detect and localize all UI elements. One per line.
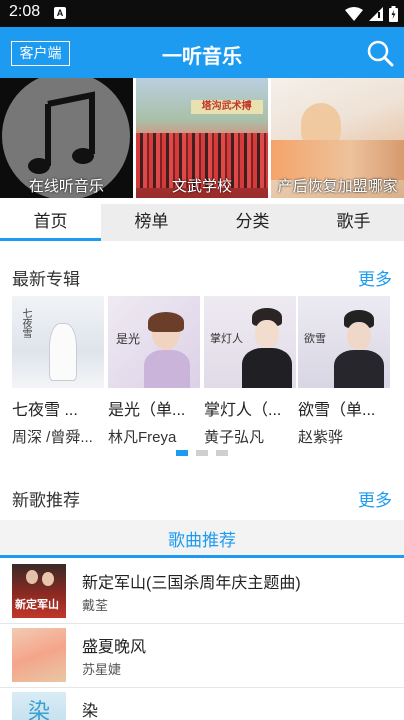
song-cover: 新定军山: [12, 564, 66, 618]
album-card[interactable]: 是光 是光（单... 林凡Freya: [108, 296, 200, 446]
status-bar: 2:08 A: [0, 0, 404, 27]
signal-icon: [369, 7, 383, 21]
status-time: 2:08: [9, 3, 41, 20]
song-row[interactable]: 染 染: [0, 688, 404, 720]
tab-home[interactable]: 首页: [0, 204, 101, 241]
latest-albums-title: 最新专辑: [12, 270, 80, 289]
tab-singers[interactable]: 歌手: [303, 204, 404, 241]
album-card[interactable]: 欲雪 欲雪（单... 赵紫骅: [298, 296, 390, 446]
cover-text: 是光: [116, 332, 141, 346]
song-row[interactable]: 新定军山 新定军山(三国杀周年庆主题曲) 戴荃: [0, 560, 404, 624]
song-artist: 苏星婕: [82, 662, 122, 677]
banner-martial-school[interactable]: 塔沟武术搏 文武学校: [135, 78, 269, 198]
status-icons: [345, 5, 398, 23]
app-bar: 客户端 一听音乐: [0, 27, 404, 78]
cover-face: [347, 322, 371, 350]
cover-figure: [50, 324, 76, 380]
album-name: 七夜雪 ...: [12, 402, 78, 419]
song-cover: [12, 628, 66, 682]
album-artist: 赵紫骅: [298, 429, 344, 446]
song-cover: 染: [12, 692, 66, 720]
tab-categories[interactable]: 分类: [202, 204, 303, 241]
song-title: 新定军山(三国杀周年庆主题曲): [82, 575, 301, 592]
new-songs-more-link[interactable]: 更多: [358, 486, 392, 511]
battery-icon: [389, 6, 398, 22]
cover-text: 七夜雪: [20, 308, 31, 338]
banner-online-music[interactable]: 在线听音乐: [0, 78, 133, 198]
banner-caption: 产后恢复加盟哪家: [277, 178, 398, 195]
album-artist: 黄子弘凡: [204, 429, 265, 446]
cover-text: 染: [28, 699, 51, 720]
cover-figure: [42, 572, 54, 586]
album-card[interactable]: 掌灯人 掌灯人（... 黄子弘凡: [204, 296, 296, 446]
song-artist: 戴荃: [82, 598, 109, 613]
search-icon[interactable]: [366, 39, 394, 67]
new-songs-header: 新歌推荐 更多: [0, 484, 404, 512]
song-list: 新定军山 新定军山(三国杀周年庆主题曲) 戴荃 盛夏晚风 苏星婕 染 染: [0, 560, 404, 720]
cover-body: [242, 348, 292, 388]
album-name: 是光（单...: [108, 402, 186, 419]
album-carousel: 七夜雪 七夜雪 ... 周深 /曾舜... 是光 是光（单... 林凡Freya…: [0, 296, 404, 446]
album-artist: 林凡Freya: [108, 429, 177, 446]
cover-text: 掌灯人: [210, 333, 243, 345]
song-recommend-tab[interactable]: 歌曲推荐: [0, 520, 404, 558]
song-title: 染: [82, 703, 99, 720]
album-cover: 掌灯人: [204, 296, 296, 388]
album-name: 掌灯人（...: [204, 402, 282, 419]
banner-sign: 塔沟武术搏: [190, 100, 263, 114]
song-recommend-label: 歌曲推荐: [168, 531, 236, 550]
latest-albums-more-link[interactable]: 更多: [358, 265, 392, 290]
cover-body: [144, 350, 190, 388]
cover-text: 欲雪: [304, 333, 326, 345]
cover-body: [334, 350, 384, 388]
banner-caption: 文武学校: [172, 178, 233, 195]
app-title: 一听音乐: [162, 46, 242, 68]
spa-image-2: [271, 140, 404, 180]
latest-albums-header: 最新专辑 更多: [0, 263, 404, 291]
pager-dot[interactable]: [196, 450, 208, 456]
banner-postpartum[interactable]: 产后恢复加盟哪家: [271, 78, 404, 198]
song-row[interactable]: 盛夏晚风 苏星婕: [0, 624, 404, 688]
album-cover: 欲雪: [298, 296, 390, 388]
new-songs-title: 新歌推荐: [12, 491, 80, 510]
wifi-icon: [345, 7, 363, 21]
album-cover: 是光: [108, 296, 200, 388]
carousel-pager: [0, 450, 404, 458]
pager-dot[interactable]: [216, 450, 228, 456]
pager-dot[interactable]: [176, 450, 188, 456]
album-artist: 周深 /曾舜...: [12, 429, 93, 446]
banner-carousel: 在线听音乐 塔沟武术搏 文武学校 产后恢复加盟哪家: [0, 78, 404, 198]
cover-figure: [26, 570, 38, 584]
album-name: 欲雪（单...: [298, 402, 376, 419]
album-cover: 七夜雪: [12, 296, 104, 388]
banner-caption: 在线听音乐: [28, 178, 104, 195]
album-card[interactable]: 七夜雪 七夜雪 ... 周深 /曾舜...: [12, 296, 104, 446]
cover-text: 新定军山: [15, 599, 59, 611]
main-tabs: 首页 榜单 分类 歌手: [0, 204, 404, 241]
song-title: 盛夏晚风: [82, 639, 147, 656]
cover-face: [255, 320, 279, 348]
cover-hair: [148, 312, 184, 332]
spa-image: [301, 103, 342, 145]
notification-icon: A: [54, 7, 66, 19]
tab-charts[interactable]: 榜单: [101, 204, 202, 241]
